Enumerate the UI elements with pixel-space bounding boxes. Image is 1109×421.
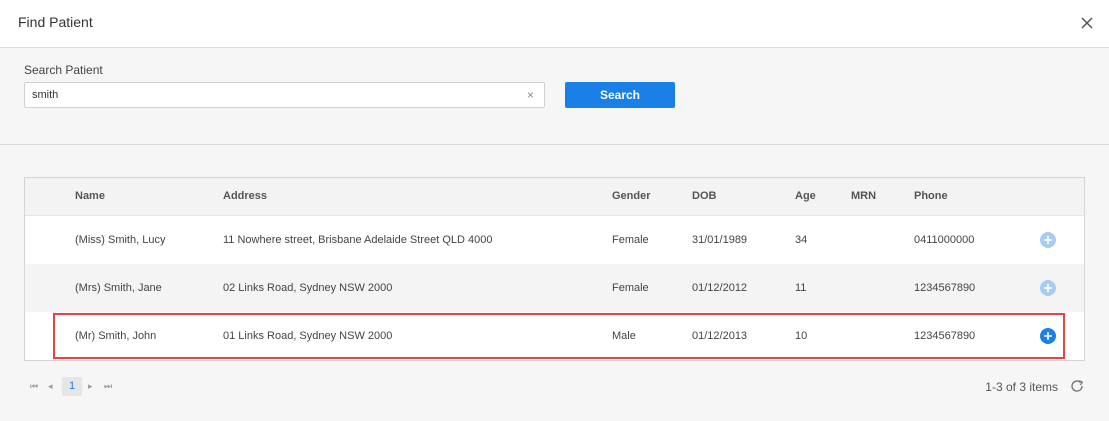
table-row[interactable]: (Mr) Smith, John 01 Links Road, Sydney N… bbox=[25, 312, 1084, 360]
cell-gender: Female bbox=[612, 234, 649, 246]
cell-name: (Mrs) Smith, Jane bbox=[75, 282, 162, 294]
cell-age: 11 bbox=[795, 282, 807, 294]
refresh-icon[interactable] bbox=[1069, 378, 1085, 394]
search-panel: Search Patient × Search bbox=[0, 48, 1109, 145]
cell-address: 11 Nowhere street, Brisbane Adelaide Str… bbox=[223, 234, 493, 246]
add-patient-icon[interactable] bbox=[1040, 328, 1056, 344]
column-header-name[interactable]: Name bbox=[75, 190, 105, 202]
cell-gender: Male bbox=[612, 330, 636, 342]
column-header-address[interactable]: Address bbox=[223, 190, 267, 202]
dialog-title: Find Patient bbox=[18, 14, 93, 30]
cell-age: 10 bbox=[795, 330, 808, 342]
search-input[interactable] bbox=[32, 83, 512, 107]
cell-name: (Mr) Smith, John bbox=[75, 330, 157, 342]
cell-phone: 1234567890 bbox=[914, 330, 976, 342]
first-page-icon[interactable]: ⏮ bbox=[30, 380, 38, 392]
clear-search-icon[interactable]: × bbox=[527, 87, 534, 103]
table-row[interactable]: (Mrs) Smith, Jane 02 Links Road, Sydney … bbox=[25, 264, 1084, 312]
add-patient-icon[interactable] bbox=[1040, 280, 1056, 296]
cell-phone: 0411000000 bbox=[914, 234, 975, 246]
table-row[interactable]: (Miss) Smith, Lucy 11 Nowhere street, Br… bbox=[25, 216, 1084, 264]
column-header-mrn[interactable]: MRN bbox=[851, 190, 876, 202]
cell-age: 34 bbox=[795, 234, 808, 246]
cell-phone: 1234567890 bbox=[914, 282, 976, 294]
add-patient-icon[interactable] bbox=[1040, 232, 1056, 248]
table-header: Name Address Gender DOB Age MRN Phone bbox=[25, 178, 1084, 216]
page-number-button[interactable]: 1 bbox=[62, 377, 82, 396]
column-header-gender[interactable]: Gender bbox=[612, 190, 651, 202]
last-page-icon[interactable]: ⏭ bbox=[104, 380, 112, 392]
items-count: 1-3 of 3 items bbox=[985, 380, 1058, 394]
search-label: Search Patient bbox=[24, 63, 103, 77]
dialog-header: Find Patient bbox=[0, 0, 1109, 48]
cell-name: (Miss) Smith, Lucy bbox=[75, 234, 166, 246]
cell-gender: Female bbox=[612, 282, 649, 294]
cell-address: 01 Links Road, Sydney NSW 2000 bbox=[223, 330, 393, 342]
cell-address: 02 Links Road, Sydney NSW 2000 bbox=[223, 282, 393, 294]
search-button[interactable]: Search bbox=[565, 82, 675, 108]
patient-table: Name Address Gender DOB Age MRN Phone (M… bbox=[24, 177, 1085, 361]
search-box: × bbox=[24, 82, 545, 108]
column-header-dob[interactable]: DOB bbox=[692, 190, 716, 202]
column-header-age[interactable]: Age bbox=[795, 190, 816, 202]
prev-page-icon[interactable]: ◂ bbox=[48, 380, 53, 392]
cell-dob: 01/12/2012 bbox=[692, 282, 748, 294]
column-header-phone[interactable]: Phone bbox=[914, 190, 948, 202]
cell-dob: 31/01/1989 bbox=[692, 234, 748, 246]
cell-dob: 01/12/2013 bbox=[692, 330, 748, 342]
close-icon[interactable] bbox=[1079, 12, 1095, 32]
next-page-icon[interactable]: ▸ bbox=[88, 380, 93, 392]
pagination: ⏮ ◂ 1 ▸ ⏭ 1-3 of 3 items bbox=[24, 377, 1085, 397]
